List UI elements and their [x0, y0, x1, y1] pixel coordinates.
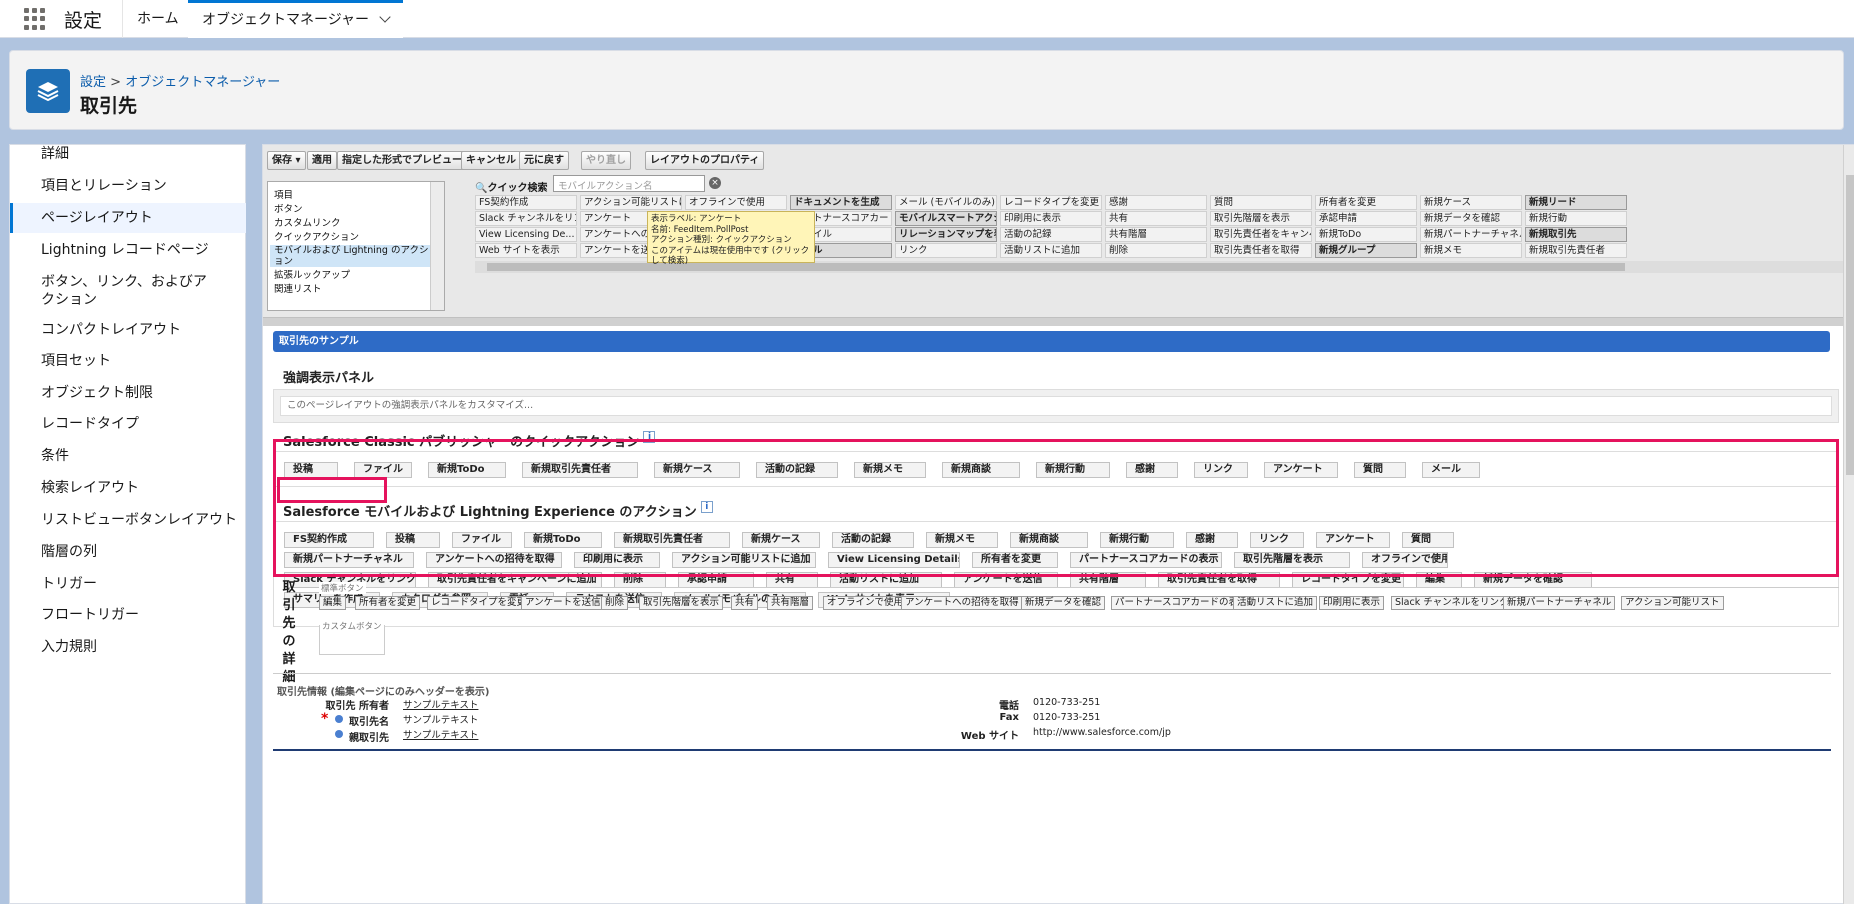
breadcrumb-separator: > [110, 75, 122, 90]
breadcrumb-object-manager[interactable]: オブジェクトマネージャー [125, 75, 280, 90]
highlights-panel[interactable]: このページレイアウトの強調表示パネルをカスタマイズ... [273, 389, 1839, 423]
scroll-thumb[interactable] [1846, 175, 1854, 475]
highlights-title: 強調表示パネル [283, 371, 375, 386]
standard-button-item[interactable]: アンケートへの招待を取得 [901, 596, 1023, 610]
standard-button-item[interactable]: 編集 [319, 596, 347, 610]
custom-buttons-legend: カスタムボタン [320, 620, 384, 632]
field-label-owner: 取引先 所有者 [325, 701, 389, 712]
field-section-divider [273, 673, 1831, 674]
standard-button-item[interactable]: 所有者を変更 [355, 596, 421, 610]
field-value-phone[interactable]: 0120-733-251 [1033, 697, 1100, 708]
field-label-website: Web サイト [960, 731, 1019, 742]
field-value-parent[interactable]: サンプルテキスト [403, 727, 478, 741]
sidebar-item-details[interactable]: 詳細 [10, 145, 246, 163]
layout-canvas: 取引先のサンプル 強調表示パネル このページレイアウトの強調表示パネルをカスタマ… [263, 145, 1843, 904]
section-bottom-rule [273, 749, 1831, 751]
global-header: 設定 ホーム オブジェクトマネージャー [0, 0, 1854, 38]
field-label-fax: Fax [999, 712, 1019, 723]
highlight-frame-item [277, 477, 387, 503]
sidebar-item-lightning-pages[interactable]: Lightning レコードページ [10, 241, 246, 259]
sidebar-item-object-limits[interactable]: オブジェクト制限 [10, 384, 246, 402]
standard-button-item[interactable]: アンケートを送信 [521, 596, 605, 610]
page-title: 取引先 [80, 95, 138, 117]
standard-buttons-legend: 標準ボタン [319, 582, 366, 594]
tab-object-manager-label: オブジェクトマネージャー [202, 12, 370, 28]
sidebar-item-buttons-links[interactable]: ボタン、リンク、およびアクション [10, 273, 210, 309]
standard-button-item[interactable]: 取引先階層を表示 [639, 596, 724, 610]
standard-button-item[interactable]: 活動リストに追加 [1233, 596, 1318, 610]
sidebar-item-conditions[interactable]: 条件 [10, 447, 246, 465]
standard-button-item[interactable]: アクション可能リスト [1621, 596, 1724, 610]
standard-button-item[interactable]: Slack チャンネルをリンク [1391, 596, 1513, 610]
standard-button-item[interactable]: パートナースコアカードの表示 [1111, 596, 1252, 610]
custom-buttons-area: カスタムボタン [319, 620, 385, 655]
field-label-name: 取引先名 [349, 717, 389, 728]
highlights-hint[interactable]: このページレイアウトの強調表示パネルをカスタマイズ... [280, 396, 1832, 416]
standard-button-item[interactable]: レコードタイプを変更 [427, 596, 531, 610]
sample-header: 取引先のサンプル [273, 331, 1830, 352]
standard-button-item[interactable]: 共有階層 [767, 596, 814, 610]
field-value-fax[interactable]: 0120-733-251 [1033, 712, 1100, 723]
main-vertical-scrollbar[interactable] [1843, 145, 1854, 904]
sidebar-item-hierarchy-columns[interactable]: 階層の列 [10, 543, 246, 561]
sidebar-item-page-layouts[interactable]: ページレイアウト [10, 203, 246, 233]
standard-buttons-area: 標準ボタン 編集 所有者を変更 レコードタイプを変更 アンケートを送信 削除 取引先階層を… [319, 582, 1839, 617]
field-label-parent: 親取引先 [349, 733, 389, 744]
tab-home[interactable]: ホーム [122, 0, 194, 38]
sidebar-item-record-types[interactable]: レコードタイプ [10, 415, 246, 433]
standard-button-item[interactable]: 印刷用に表示 [1319, 596, 1385, 610]
sidebar-item-triggers[interactable]: トリガー [10, 575, 246, 593]
chevron-down-icon[interactable] [379, 11, 391, 23]
details-title: 取引先の詳細 [282, 580, 296, 685]
field-value-website[interactable]: http://www.salesforce.com/jp [1033, 727, 1171, 738]
app-launcher-icon[interactable] [24, 8, 46, 30]
standard-button-item[interactable]: 新規データを確認 [1021, 596, 1106, 610]
standard-button-item[interactable]: 新規パートナーチャネル [1503, 596, 1616, 610]
sidebar-item-list-view-buttons[interactable]: リストビューボタンレイアウト [10, 511, 246, 529]
sidebar-item-validation-rules[interactable]: 入力規則 [10, 638, 246, 656]
sidebar-item-search-layouts[interactable]: 検索レイアウト [10, 479, 246, 497]
breadcrumb: 設定 > オブジェクトマネージャー [80, 71, 280, 90]
standard-button-item[interactable]: オフラインで使用 [823, 596, 908, 610]
page-header: 設定 > オブジェクトマネージャー 取引先 [9, 50, 1844, 130]
layers-icon [26, 69, 70, 113]
standard-button-item[interactable]: 共有 [731, 596, 759, 610]
field-value-name[interactable]: サンプルテキスト [403, 712, 478, 726]
sidebar-item-fields[interactable]: 項目とリレーション [10, 177, 246, 195]
field-section-title[interactable]: 取引先情報 (編集ページにのみヘッダーを表示) [277, 683, 489, 698]
object-sidebar: 詳細 項目とリレーション ページレイアウト Lightning レコードページ … [9, 144, 246, 904]
tab-object-manager[interactable]: オブジェクトマネージャー [188, 0, 404, 38]
standard-button-item[interactable]: 削除 [601, 596, 629, 610]
highlight-frame [273, 439, 1839, 577]
breadcrumb-setup[interactable]: 設定 [80, 75, 106, 90]
layout-editor: 保存 ▾ 適用 指定した形式でプレビュー...▾ キャンセル 元に戻す やり直し… [262, 144, 1854, 904]
sidebar-item-field-sets[interactable]: 項目セット [10, 352, 246, 370]
field-label-phone: 電話 [999, 701, 1019, 712]
sidebar-item-compact-layouts[interactable]: コンパクトレイアウト [10, 321, 246, 339]
field-value-owner[interactable]: サンプルテキスト [403, 697, 478, 711]
sidebar-item-flow-triggers[interactable]: フロートリガー [10, 606, 246, 624]
app-name: 設定 [64, 10, 103, 32]
